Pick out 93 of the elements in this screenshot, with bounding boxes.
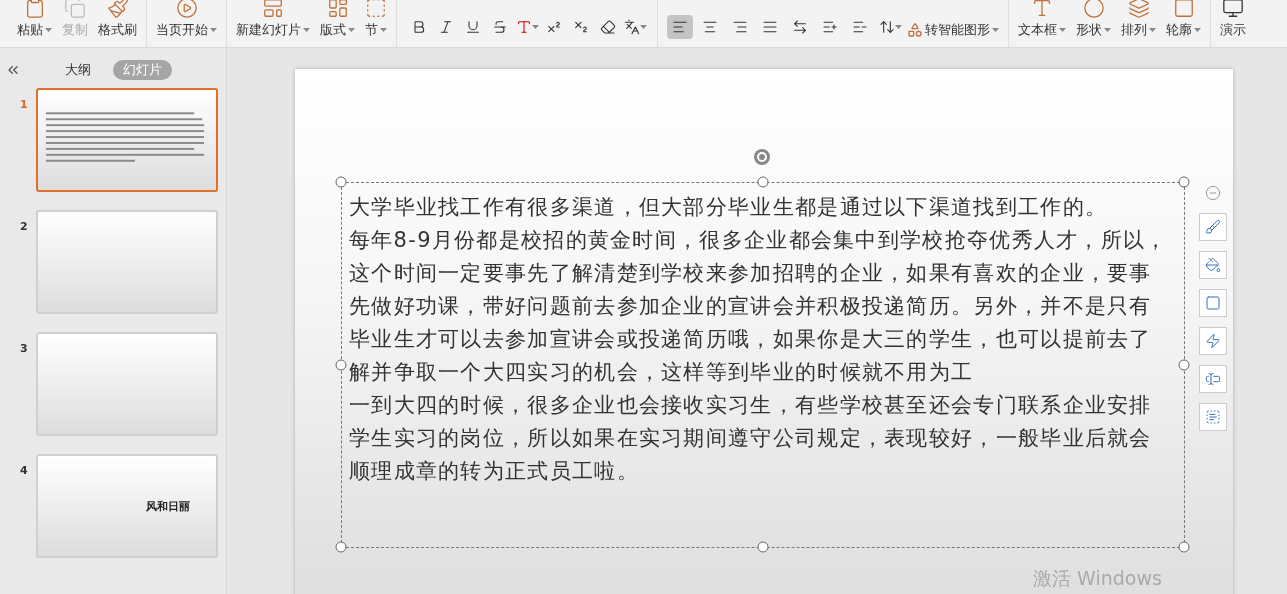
float-tool-button[interactable]: [1199, 365, 1227, 393]
resize-handle[interactable]: [335, 541, 347, 553]
outline-icon: [1205, 295, 1221, 311]
text-line: 这个时间一定要事先了解清楚到学校来参加招聘的企业，如果有喜欢的企业，要事: [349, 260, 1153, 287]
slide-thumbnail[interactable]: 风和日丽: [36, 454, 218, 558]
slide-number: 2: [20, 220, 26, 233]
strikethrough-icon: [492, 19, 508, 35]
text-icon: [1031, 0, 1053, 19]
ribbon-button[interactable]: 新建幻灯片: [236, 0, 310, 39]
section-icon: [365, 0, 387, 19]
resize-handle[interactable]: [335, 359, 347, 371]
text-line: 毕业生才可以去参加宣讲会或投递简历哦，如果你是大三的学生，也可以提前去了: [349, 326, 1153, 353]
text-line: 顺理成章的转为正式员工啦。: [349, 458, 640, 485]
align-right-icon: [732, 19, 748, 35]
ribbon-button[interactable]: 轮廓: [1166, 0, 1201, 39]
resize-handle[interactable]: [757, 176, 769, 188]
play-icon: [175, 0, 198, 19]
ribbon-button[interactable]: 文本框: [1018, 0, 1066, 39]
distribute-icon: [792, 19, 808, 35]
list-minus-icon: [852, 19, 868, 35]
resize-handle[interactable]: [335, 176, 347, 188]
ribbon-button[interactable]: 形状: [1076, 0, 1111, 39]
caret-icon: [1149, 28, 1156, 32]
ribbon-button[interactable]: 排列: [1121, 0, 1156, 39]
text-box-icon: [1205, 371, 1221, 387]
ribbon-button[interactable]: 演示: [1220, 0, 1246, 39]
slide-number: 1: [20, 98, 26, 111]
caret-icon: [1059, 28, 1066, 32]
caret-icon: [639, 25, 647, 29]
superscript-icon: [546, 19, 562, 35]
ribbon-button[interactable]: 当页开始: [156, 0, 217, 39]
text-select-icon: [1205, 409, 1221, 425]
slide-thumbnail[interactable]: [36, 332, 218, 436]
caret-icon: [992, 28, 999, 32]
text-line: 先做好功课，带好问题前去参加企业的宣讲会并积极投递简历。另外，并不是只有: [349, 293, 1153, 320]
layout-icon: [326, 0, 349, 19]
resize-handle[interactable]: [1178, 359, 1190, 371]
italic-icon: [438, 19, 454, 35]
copy-icon: [64, 0, 86, 19]
caret-icon: [303, 28, 310, 32]
caret-icon: [348, 28, 355, 32]
phonetic-icon: [623, 19, 640, 35]
rotate-handle[interactable]: [753, 148, 771, 166]
caret-icon: [1104, 28, 1111, 32]
format-button[interactable]: [667, 15, 693, 39]
ribbon-button[interactable]: 节: [365, 0, 387, 39]
resize-handle[interactable]: [1178, 541, 1190, 553]
float-tool-button[interactable]: [1199, 327, 1227, 355]
brush-icon: [1205, 219, 1221, 235]
float-tool-button[interactable]: [1203, 183, 1223, 203]
resize-handle[interactable]: [757, 541, 769, 553]
eraser-icon: [600, 19, 616, 35]
text-line: 一到大四的时候，很多企业也会接收实习生，有些学校甚至还会专门联系企业安排: [349, 392, 1153, 419]
slide-thumbnail[interactable]: [36, 88, 218, 192]
lightning-icon: [1205, 333, 1221, 349]
layers-icon: [1127, 0, 1150, 19]
caret-icon: [531, 25, 539, 29]
text-line: 解并争取一个大四实习的机会，这样等到毕业的时候就不用为工: [349, 359, 975, 386]
text-line: 大学毕业找工作有很多渠道，但大部分毕业生都是通过以下渠道找到工作的。: [349, 194, 1109, 221]
underline-icon: [465, 19, 481, 35]
caret-icon: [1194, 28, 1201, 32]
paintbrush-icon: [106, 0, 129, 19]
caret-icon: [380, 28, 387, 32]
slide-thumbnail[interactable]: [36, 210, 218, 314]
float-tool-button[interactable]: [1199, 213, 1227, 241]
minus-icon: [1205, 185, 1221, 201]
subscript-icon: [573, 19, 589, 35]
align-left-icon: [672, 19, 688, 35]
resize-handle[interactable]: [1178, 176, 1190, 188]
slide-title: 风和日丽: [146, 498, 190, 514]
ribbon-button[interactable]: 版式: [320, 0, 355, 39]
line-spacing-icon: [878, 19, 895, 35]
float-tool-button[interactable]: [1199, 251, 1227, 279]
text-line: 每年8-9月份都是校招的黄金时间，很多企业都会集中到学校抢夺优秀人才，所以，: [349, 227, 1169, 254]
slide-number: 3: [20, 342, 26, 355]
ribbon-button[interactable]: 格式刷: [98, 0, 137, 39]
font-color-icon: [515, 19, 532, 35]
list-plus-icon: [822, 19, 838, 35]
sidebar-tab[interactable]: 大纲: [54, 60, 101, 80]
justify-icon: [762, 19, 778, 35]
fill-icon: [1205, 257, 1221, 273]
align-center-icon: [702, 19, 718, 35]
caret-icon: [210, 28, 217, 32]
monitor-icon: [1222, 0, 1244, 19]
smart-graphic-button[interactable]: 转智能图形: [907, 21, 999, 39]
caret-icon: [894, 25, 902, 29]
slide-icon: [262, 0, 284, 19]
bold-icon: [411, 19, 427, 35]
shapes-icon: [907, 22, 923, 38]
text-line: 学生实习的岗位，所以如果在实习期间遵守公司规定，表现较好，一般毕业后就会: [349, 425, 1153, 452]
ribbon-button[interactable]: 粘贴: [17, 0, 52, 39]
caret-icon: [45, 28, 52, 32]
slide-number: 4: [20, 464, 26, 477]
